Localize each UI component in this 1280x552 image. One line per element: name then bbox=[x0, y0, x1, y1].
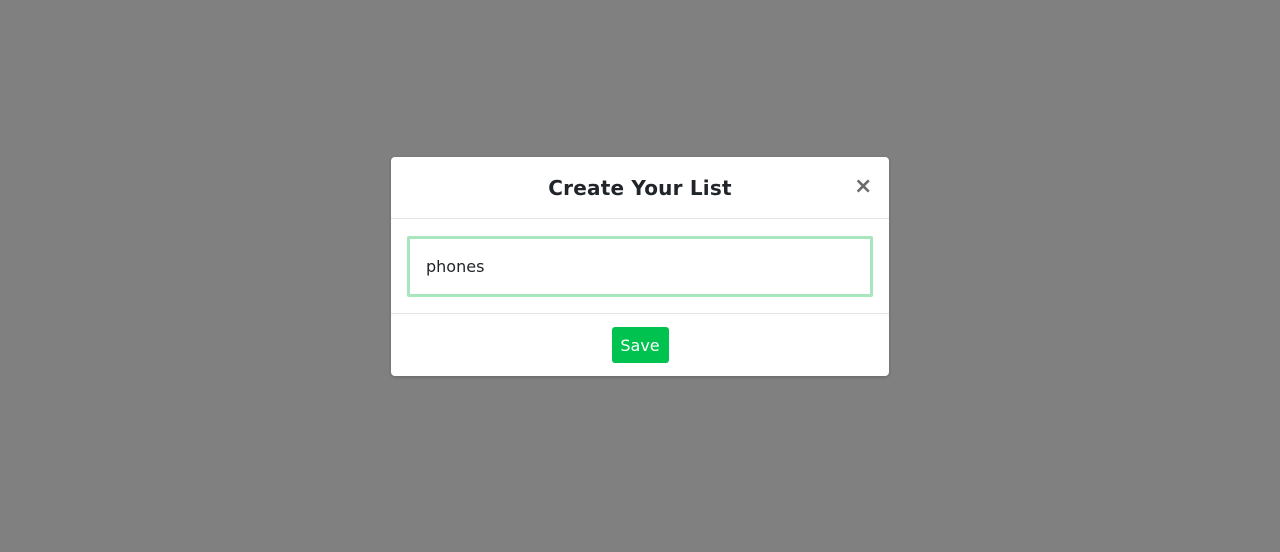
modal-title: Create Your List bbox=[548, 175, 732, 200]
close-button[interactable]: × bbox=[854, 176, 872, 198]
modal-header: Create Your List × bbox=[391, 157, 889, 219]
close-icon: × bbox=[854, 174, 873, 199]
save-button[interactable]: Save bbox=[611, 327, 669, 363]
modal-footer: Save bbox=[391, 314, 889, 376]
modal-body bbox=[391, 219, 889, 314]
create-list-dialog: Create Your List × Save bbox=[391, 157, 889, 376]
list-name-input[interactable] bbox=[407, 236, 873, 297]
